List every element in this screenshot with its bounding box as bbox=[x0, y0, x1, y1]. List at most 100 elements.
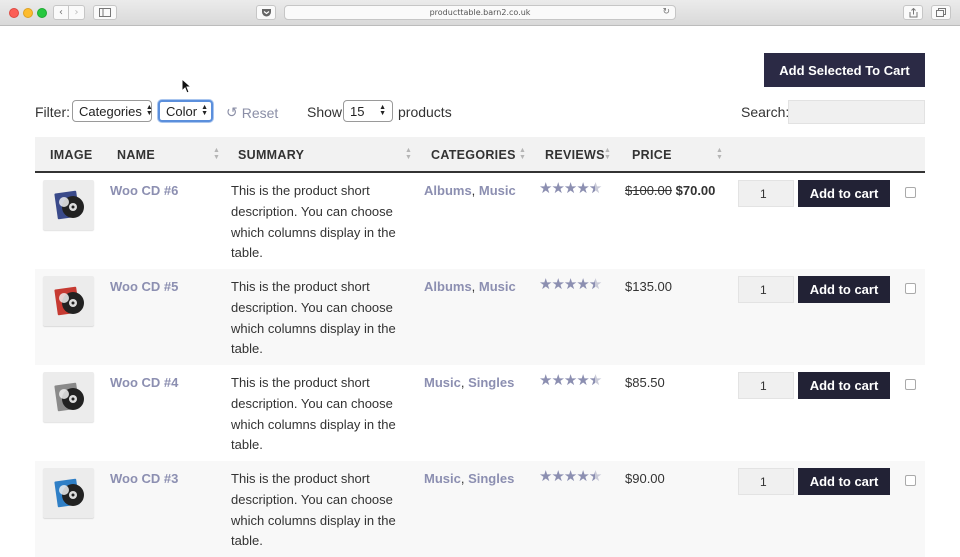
categories-select-value: Categories bbox=[79, 103, 142, 119]
table-body: Woo CD #6 This is the product short desc… bbox=[35, 173, 925, 557]
product-thumbnail[interactable] bbox=[43, 372, 94, 422]
rating-stars: ★★★★★ bbox=[539, 275, 602, 293]
product-thumbnail[interactable] bbox=[43, 180, 94, 230]
product-summary: This is the product short description. Y… bbox=[231, 375, 396, 453]
original-price: $100.00 bbox=[625, 183, 672, 198]
product-price: $100.00 $70.00 bbox=[625, 183, 715, 198]
close-window-button[interactable] bbox=[9, 8, 19, 18]
star-icon: ★ bbox=[563, 180, 577, 197]
sale-price: $70.00 bbox=[675, 183, 716, 198]
star-icon: ★ bbox=[551, 276, 564, 293]
product-name-link[interactable]: Woo CD #4 bbox=[110, 375, 178, 390]
star-icon: ★ bbox=[589, 371, 602, 389]
select-product-checkbox[interactable] bbox=[905, 283, 916, 294]
star-icon: ★ bbox=[551, 468, 564, 485]
table-row: Woo CD #4 This is the product short desc… bbox=[35, 365, 925, 461]
reset-filters-link[interactable]: ↺ Reset bbox=[226, 104, 278, 121]
product-categories: Music, Singles bbox=[424, 471, 515, 486]
product-name-link[interactable]: Woo CD #5 bbox=[110, 279, 178, 294]
product-thumbnail[interactable] bbox=[43, 276, 94, 326]
category-link[interactable]: Singles bbox=[468, 471, 514, 486]
star-icon: ★ bbox=[589, 179, 602, 197]
cd-image-icon bbox=[54, 190, 84, 220]
add-to-cart-button[interactable]: Add to cart bbox=[798, 468, 890, 495]
select-product-checkbox[interactable] bbox=[905, 379, 916, 390]
quantity-input[interactable]: 1 bbox=[738, 468, 794, 495]
select-product-checkbox[interactable] bbox=[905, 475, 916, 486]
product-name-link[interactable]: Woo CD #3 bbox=[110, 471, 178, 486]
browser-toolbar: ‹ › producttable.barn2.co.uk ↻ bbox=[0, 0, 960, 26]
category-link[interactable]: Music bbox=[424, 471, 461, 486]
back-icon[interactable]: ‹ bbox=[53, 5, 69, 20]
add-selected-to-cart-button[interactable]: Add Selected To Cart bbox=[764, 53, 925, 87]
page-length-select[interactable]: 15 ▲ ▼ bbox=[343, 100, 393, 122]
category-link[interactable]: Singles bbox=[468, 375, 514, 390]
product-price: $135.00 bbox=[625, 279, 672, 294]
quantity-input[interactable]: 1 bbox=[738, 372, 794, 399]
categories-filter-select[interactable]: Categories ▲ ▼ bbox=[72, 100, 153, 122]
table-row: Woo CD #3 This is the product short desc… bbox=[35, 461, 925, 557]
sort-icon[interactable]: ▲ ▼ bbox=[519, 147, 526, 161]
reset-label: Reset bbox=[241, 104, 279, 121]
sort-icon[interactable]: ▲ ▼ bbox=[604, 147, 611, 161]
quantity-input[interactable]: 1 bbox=[738, 276, 794, 303]
rating-stars: ★★★★★ bbox=[539, 467, 602, 485]
product-price: $90.00 bbox=[625, 471, 665, 486]
column-header-summary[interactable]: SUMMARY bbox=[238, 148, 304, 162]
product-summary: This is the product short description. Y… bbox=[231, 183, 396, 261]
sidebar-icon[interactable] bbox=[93, 5, 117, 20]
reload-icon[interactable]: ↻ bbox=[662, 7, 670, 17]
quantity-input[interactable]: 1 bbox=[738, 180, 794, 207]
price-value: $85.50 bbox=[625, 375, 665, 390]
tabs-icon[interactable] bbox=[931, 5, 951, 20]
star-icon: ★ bbox=[551, 180, 564, 197]
category-link[interactable]: Music bbox=[424, 375, 461, 390]
category-link[interactable]: Music bbox=[479, 183, 516, 198]
table-row: Woo CD #5 This is the product short desc… bbox=[35, 269, 925, 365]
column-header-price[interactable]: PRICE bbox=[632, 148, 672, 162]
star-icon: ★ bbox=[576, 276, 589, 293]
forward-icon[interactable]: › bbox=[69, 5, 85, 20]
column-header-categories[interactable]: CATEGORIES bbox=[431, 148, 516, 162]
product-categories: Music, Singles bbox=[424, 375, 515, 390]
url-bar[interactable]: producttable.barn2.co.uk ↻ bbox=[284, 5, 676, 20]
column-header-reviews[interactable]: REVIEWS bbox=[545, 148, 605, 162]
pocket-icon[interactable] bbox=[256, 5, 276, 20]
select-product-checkbox[interactable] bbox=[905, 187, 916, 198]
product-summary: This is the product short description. Y… bbox=[231, 279, 396, 357]
reset-icon: ↺ bbox=[226, 104, 238, 120]
filter-label: Filter: bbox=[35, 104, 70, 120]
category-link[interactable]: Music bbox=[479, 279, 516, 294]
star-icon: ★ bbox=[563, 372, 577, 389]
star-icon: ★ bbox=[589, 275, 602, 293]
column-header-name[interactable]: NAME bbox=[117, 148, 155, 162]
rating-stars: ★★★★★ bbox=[539, 179, 602, 197]
sort-icon[interactable]: ▲ ▼ bbox=[716, 147, 723, 161]
share-icon[interactable] bbox=[903, 5, 923, 20]
product-thumbnail[interactable] bbox=[43, 468, 94, 518]
maximize-window-button[interactable] bbox=[37, 8, 47, 18]
product-categories: Albums, Music bbox=[424, 279, 516, 294]
product-summary: This is the product short description. Y… bbox=[231, 471, 396, 549]
sort-icon[interactable]: ▲ ▼ bbox=[405, 147, 412, 161]
search-input[interactable] bbox=[788, 100, 925, 124]
url-text: producttable.barn2.co.uk bbox=[429, 8, 531, 17]
category-link[interactable]: Albums bbox=[424, 279, 472, 294]
color-filter-select[interactable]: Color ▲ ▼ bbox=[158, 100, 213, 122]
category-link[interactable]: Albums bbox=[424, 183, 472, 198]
cd-image-icon bbox=[54, 286, 84, 316]
minimize-window-button[interactable] bbox=[23, 8, 33, 18]
add-to-cart-button[interactable]: Add to cart bbox=[798, 372, 890, 399]
price-value: $90.00 bbox=[625, 471, 665, 486]
add-to-cart-button[interactable]: Add to cart bbox=[798, 180, 890, 207]
table-controls: Filter: Categories ▲ ▼ Color ▲ ▼ ↺ Reset S… bbox=[35, 100, 925, 124]
star-icon: ★ bbox=[539, 276, 552, 293]
star-icon: ★ bbox=[563, 276, 577, 293]
star-icon: ★ bbox=[576, 468, 589, 485]
add-to-cart-button[interactable]: Add to cart bbox=[798, 276, 890, 303]
star-icon: ★ bbox=[539, 372, 552, 389]
product-table: IMAGE NAME ▲ ▼ SUMMARY ▲ ▼ CATEGORIES ▲ ▼ R… bbox=[35, 137, 925, 557]
sort-icon[interactable]: ▲ ▼ bbox=[213, 147, 220, 161]
product-name-link[interactable]: Woo CD #6 bbox=[110, 183, 178, 198]
star-icon: ★ bbox=[576, 180, 589, 197]
